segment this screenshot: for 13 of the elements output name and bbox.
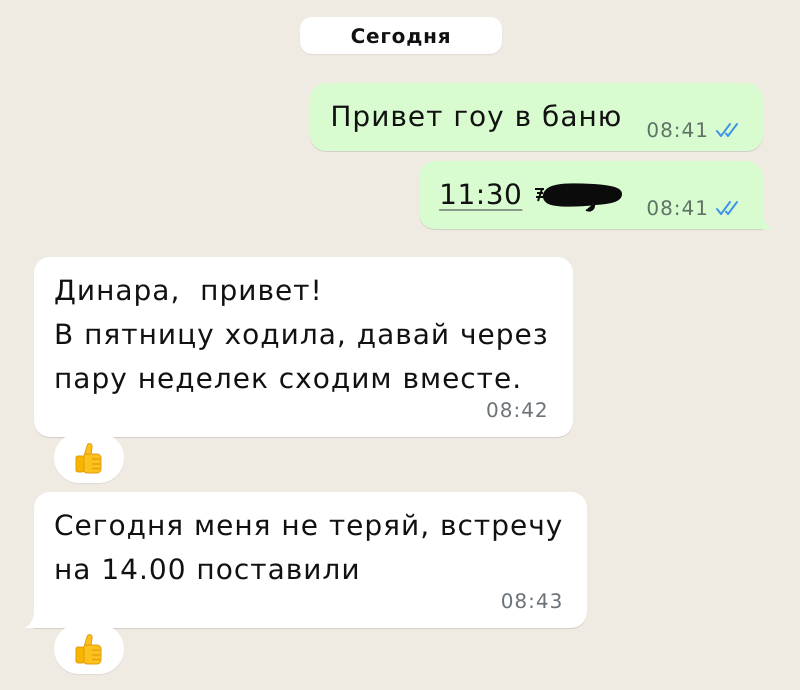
thumbs-up-icon — [74, 441, 104, 475]
date-divider: Сегодня — [300, 17, 502, 54]
message-time: 08:43 — [500, 588, 564, 614]
message-time: 08:41 — [646, 195, 709, 221]
reaction-badge[interactable] — [54, 624, 124, 674]
message-text: Динара, привет! В пятницу ходила, давай через пару неделек сходим вместе. — [54, 274, 549, 395]
message-text: Сегодня меня не теряй, встречу на 14.00 поставили — [54, 509, 564, 586]
message-time: 08:42 — [486, 397, 549, 423]
reaction-badge[interactable] — [54, 433, 124, 483]
thumbs-up-icon — [74, 632, 104, 666]
message-text: Привет гоу в баню — [330, 100, 622, 133]
time-link[interactable]: 11:30 — [439, 178, 522, 211]
message-time: 08:41 — [646, 117, 709, 143]
